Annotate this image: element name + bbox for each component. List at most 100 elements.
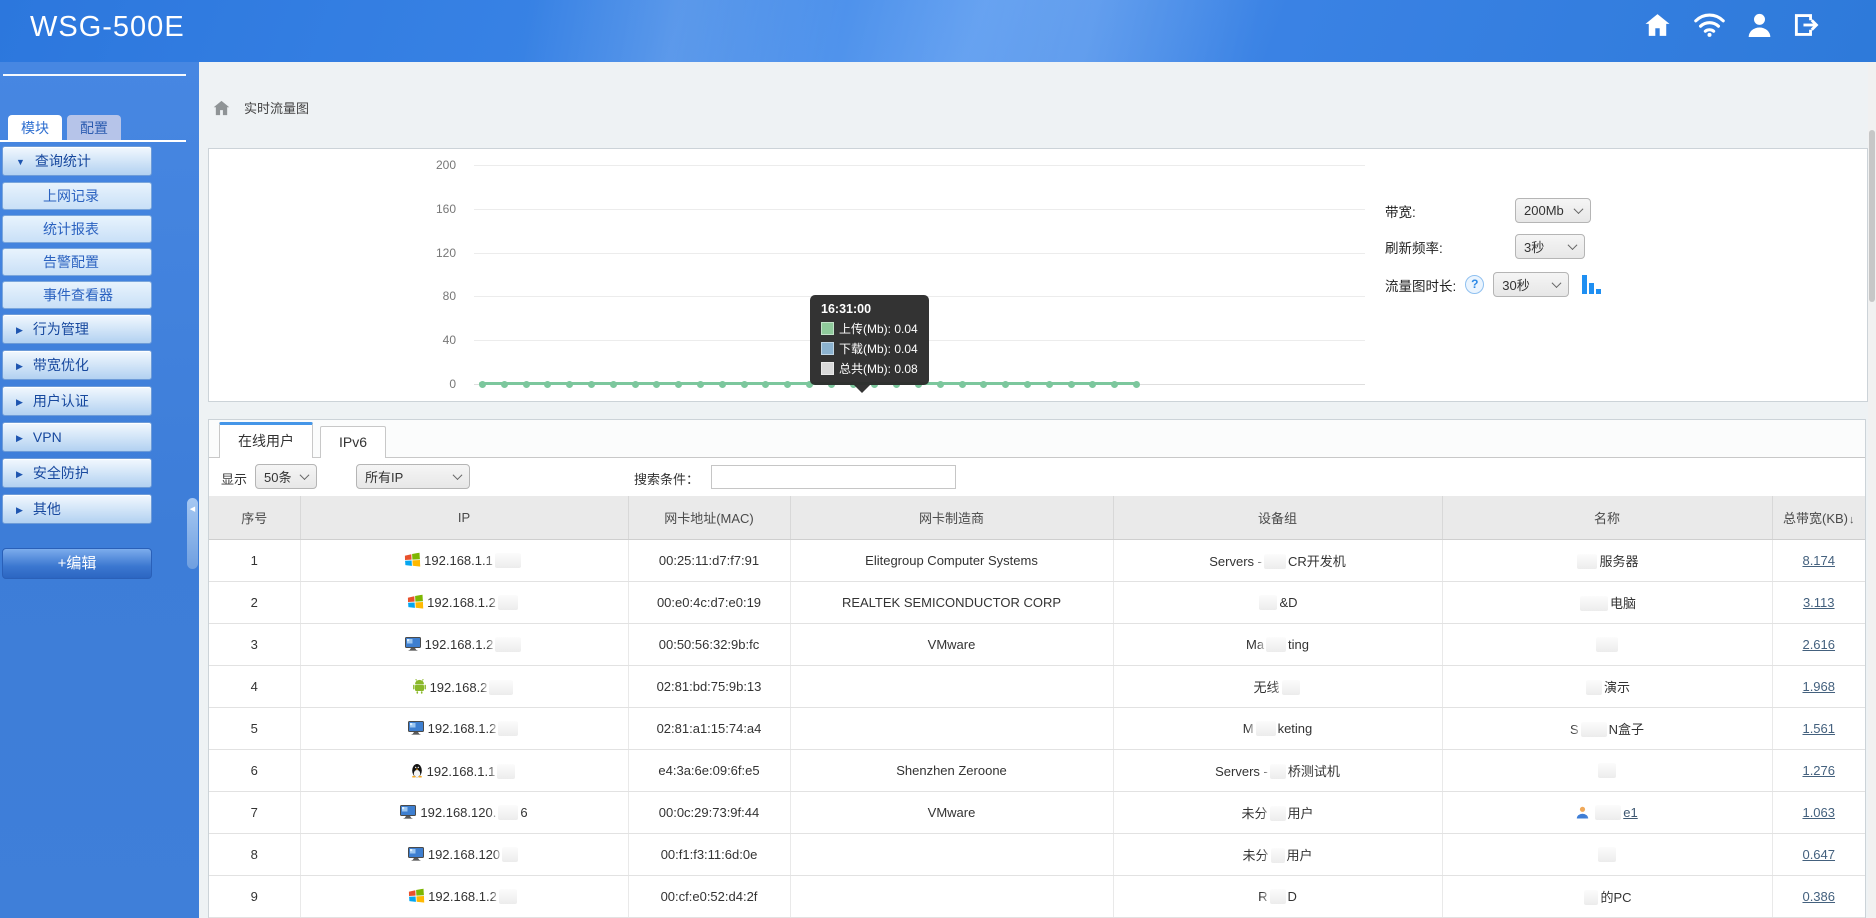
cell-vendor <box>790 666 1113 708</box>
chart-dot <box>501 381 508 388</box>
redaction-blur <box>1266 637 1286 652</box>
sidebar-item-user-auth[interactable]: ▶用户认证 <box>2 386 152 416</box>
bandwidth-value: 200Mb <box>1524 203 1564 218</box>
app-title: WSG-500E <box>30 11 185 44</box>
edit-button[interactable]: +编辑 <box>2 548 152 579</box>
vertical-scrollbar[interactable] <box>1868 62 1876 918</box>
home-icon[interactable] <box>1644 13 1671 37</box>
cell-name: 的PC <box>1442 876 1772 918</box>
bandwidth-link[interactable]: 0.647 <box>1802 847 1835 862</box>
cell-device-group: Mketing <box>1113 708 1442 750</box>
sidebar-item-bandwidth-opt[interactable]: ▶带宽优化 <box>2 350 152 380</box>
bandwidth-select[interactable]: 200Mb <box>1515 198 1591 223</box>
bandwidth-control: 带宽: 200Mb <box>1385 198 1591 223</box>
sidebar-subitem-event-viewer[interactable]: 事件查看器 <box>2 281 152 309</box>
logout-icon[interactable] <box>1794 13 1820 37</box>
sidebar-item-behavior-mgmt[interactable]: ▶行为管理 <box>2 314 152 344</box>
tab-ipv6[interactable]: IPv6 <box>320 426 386 458</box>
tooltip-series-text: 上传(Mb): 0.04 <box>839 320 918 337</box>
search-input[interactable] <box>711 465 956 489</box>
cell-vendor: VMware <box>790 624 1113 666</box>
tooltip-series-text: 下载(Mb): 0.04 <box>839 340 918 357</box>
bandwidth-link[interactable]: 0.386 <box>1802 889 1835 904</box>
redaction-blur <box>499 889 517 904</box>
legend-swatch <box>821 342 834 355</box>
y-tick-label: 40 <box>401 333 456 347</box>
column-header[interactable]: 网卡地址(MAC) <box>628 496 790 540</box>
page-size-select[interactable]: 50条 <box>255 464 317 489</box>
page-title: 实时流量图 <box>244 98 309 117</box>
table-row: 3192.168.1.200:50:56:32:9b:fcVMwareMatin… <box>209 624 1865 666</box>
column-header[interactable]: 网卡制造商 <box>790 496 1113 540</box>
bandwidth-link[interactable]: 1.561 <box>1802 721 1835 736</box>
column-header[interactable]: 序号 <box>209 496 300 540</box>
cell-bandwidth: 0.647 <box>1772 834 1865 876</box>
search-label: 搜索条件： <box>634 469 699 488</box>
chart-dot <box>719 381 726 388</box>
bandwidth-link[interactable]: 3.113 <box>1803 595 1835 610</box>
cell-bandwidth: 8.174 <box>1772 540 1865 582</box>
sidebar-tab-config[interactable]: 配置 <box>67 115 121 140</box>
sidebar: 模块配置 ▼查询统计上网记录统计报表告警配置事件查看器▶行为管理▶带宽优化▶用户… <box>0 62 199 918</box>
cell-mac: 00:0c:29:73:9f:44 <box>628 792 790 834</box>
cell-device-group: 未分用户 <box>1113 834 1442 876</box>
cell-bandwidth: 1.561 <box>1772 708 1865 750</box>
sort-desc-icon: ↓ <box>1849 514 1855 526</box>
sidebar-subitem-internet-records[interactable]: 上网记录 <box>2 182 152 210</box>
content-tabs: 在线用户IPv6 <box>209 420 1865 458</box>
bandwidth-link[interactable]: 1.063 <box>1802 805 1835 820</box>
sidebar-subitem-alarm-config[interactable]: 告警配置 <box>2 248 152 276</box>
cell-device-group: RD <box>1113 876 1442 918</box>
chart-dot <box>632 381 639 388</box>
bandwidth-link[interactable]: 8.174 <box>1802 553 1835 568</box>
ip-filter-select[interactable]: 所有IP <box>356 464 470 489</box>
cell-vendor: Elitegroup Computer Systems <box>790 540 1113 582</box>
column-header[interactable]: 名称 <box>1442 496 1772 540</box>
header-icons <box>1644 13 1820 37</box>
help-icon[interactable]: ? <box>1465 275 1484 294</box>
duration-select[interactable]: 30秒 <box>1493 272 1569 297</box>
column-header[interactable]: 总带宽(KB)↓ <box>1772 496 1865 540</box>
cell-index: 9 <box>209 876 300 918</box>
chevron-right-icon: ▶ <box>16 316 23 344</box>
redaction-blur <box>1596 637 1618 652</box>
sidebar-collapse-handle[interactable]: ◀ <box>187 498 198 569</box>
sidebar-item-others[interactable]: ▶其他 <box>2 494 152 524</box>
column-header[interactable]: IP <box>300 496 628 540</box>
redaction-blur <box>1271 848 1285 863</box>
redaction-blur <box>502 847 518 862</box>
sidebar-item-vpn[interactable]: ▶VPN <box>2 422 152 452</box>
bandwidth-link[interactable]: 1.276 <box>1802 763 1835 778</box>
chart-dot <box>523 381 530 388</box>
tooltip-series-row: 总共(Mb): 0.08 <box>821 360 918 377</box>
redaction-blur <box>1584 890 1598 905</box>
cell-bandwidth: 3.113 <box>1772 582 1865 624</box>
chart-dot <box>741 381 748 388</box>
sidebar-tab-modules[interactable]: 模块 <box>8 115 62 140</box>
sidebar-item-security[interactable]: ▶安全防护 <box>2 458 152 488</box>
user-icon[interactable] <box>1748 13 1771 37</box>
refresh-select[interactable]: 3秒 <box>1515 234 1585 259</box>
chart-dot <box>697 381 704 388</box>
sidebar-item-label: 带宽优化 <box>33 357 89 373</box>
bandwidth-link[interactable]: 2.616 <box>1802 637 1835 652</box>
cell-bandwidth: 2.616 <box>1772 624 1865 666</box>
chevron-down-icon: ▼ <box>16 148 25 176</box>
wifi-icon[interactable] <box>1694 13 1725 37</box>
cell-name: e1 <box>1442 792 1772 834</box>
breadcrumb-home-icon[interactable] <box>213 100 230 116</box>
sidebar-item-query-stats[interactable]: ▼查询统计 <box>2 146 152 176</box>
cell-bandwidth: 1.276 <box>1772 750 1865 792</box>
tab-online-users[interactable]: 在线用户 <box>219 422 313 458</box>
cell-ip: 192.168.120 <box>300 834 628 876</box>
bandwidth-link[interactable]: 1.968 <box>1802 679 1835 694</box>
filter-row: 显示 50条 所有IP 搜索条件： <box>209 458 1865 496</box>
show-label: 显示 <box>221 469 247 488</box>
cell-name: 演示 <box>1442 666 1772 708</box>
sidebar-subitem-stats-reports[interactable]: 统计报表 <box>2 215 152 243</box>
column-header[interactable]: 设备组 <box>1113 496 1442 540</box>
cell-ip: 192.168.2 <box>300 666 628 708</box>
bar-chart-icon[interactable] <box>1582 275 1603 294</box>
scrollbar-thumb[interactable] <box>1869 130 1875 302</box>
sidebar-item-label: 安全防护 <box>33 465 89 481</box>
